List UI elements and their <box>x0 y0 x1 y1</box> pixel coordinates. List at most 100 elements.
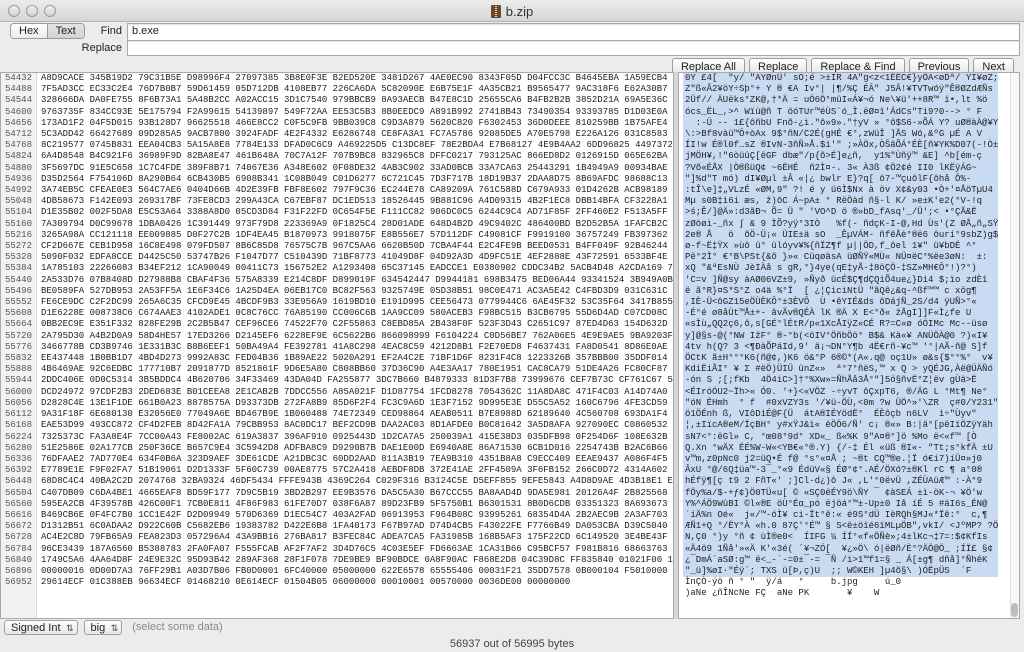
hex-row[interactable]: 1749C5A6 4AA64D8F 24E9E32C 95D93B42 289A… <box>41 555 673 566</box>
find-input[interactable]: b.exe <box>127 23 1020 41</box>
hex-row[interactable]: D35D2564 F754106D 8A290B64 6CB430B5 6908… <box>41 174 673 185</box>
ascii-row[interactable]: ÌnÇÒ-ýö ñ ° " ÿ/á ° b.jpg ú_0 <box>683 577 999 589</box>
ascii-row[interactable]: "óN ÉHmh ° f #0xVZY3s '/¥ü-ÖÙ,<0m ?w ÜÖ^… <box>683 397 999 410</box>
hex-row[interactable]: 3F5697DC 91E5C658 1C7C4FDE 389F8B71 7406… <box>41 163 673 174</box>
ascii-row[interactable]: "]%d"T mó) dI¥Øµl ±Â «|¿ bwlr E}?q[ ô7-™… <box>683 173 999 186</box>
hex-row[interactable]: 8C219577 0745B831 EEA04CB3 5A15A8E8 7784… <box>41 140 673 151</box>
hex-row[interactable]: 2A533D76 07B8408D D27988B8 CBAF4F36 575A… <box>41 275 673 286</box>
ascii-row[interactable]: )aNe ¿ñÎNcNe FÇ aNe PK ¥ W <box>683 588 999 600</box>
ascii-row[interactable]: N,Ç0 °)y °ñ ¢ ùÌ®e0< ÍIFG ¼ ÍÍ°«f«ÖÑè»;4… <box>683 532 999 544</box>
ascii-row[interactable]: ÆÑ1+Q °/ËY°À «h.0 87Ç'°É™ § S<ë±öïé6ïMLµ… <box>683 521 999 533</box>
hex-row[interactable]: 2A795D30 A4B2D0A9 58D4HE57 17ED3266 D214… <box>41 331 673 342</box>
ascii-row[interactable]: 4tv h(Q? 3 <¶ÐàÕPáId,9' ä¡¬DN°Y¶b 4Ë€rñ-… <box>683 341 999 354</box>
vertical-scrollbar[interactable] <box>1010 73 1019 618</box>
hex-row[interactable]: 595EA2CB 4F39578B 426C00F1 7CB0E811 4F86… <box>41 499 673 510</box>
hex-row[interactable]: CF2D667E CEB1D958 16C8E498 079FD507 8B6C… <box>41 241 673 252</box>
ascii-row[interactable]: ÂxU °@/6Q‡üa™-3¯_°«9 ÉdüV«§ ÉØ°¢°.AÉ/ÖXó… <box>683 465 999 477</box>
hex-row[interactable]: D2828C4E 13E1F1DE 661B0A23 8878575A D933… <box>41 398 673 409</box>
ascii-row[interactable]: Z"ß«Â2¥öY÷Sþ°+ Y ® €A Iv°| |¶/%Ç ÉĀ" J5Â… <box>683 84 999 96</box>
hex-row[interactable]: FE6CE9DC C2F2DC99 265A6C35 CFCD9E45 4BCD… <box>41 297 673 308</box>
ascii-row[interactable]: hÉfÿ¶[ç t9 2 FñT«' ;]Cl-d¿)ô J« ,L'°0ëvÜ… <box>683 476 999 488</box>
hex-row[interactable]: 7325373C FA3A8E4F 7CC00A43 FE8002AC 619A… <box>41 432 673 443</box>
hex-row[interactable]: 328666DA DA0FE755 8F6B73A1 5A48B2CC A02A… <box>41 95 673 106</box>
hex-row[interactable]: 4B6469AE 92C6EDBC 177710B7 2091877D 8521… <box>41 364 673 375</box>
ascii-row[interactable]: >ś;Ê/]@Ä»:d3ãÐ¬ Õ= Ü " 'VO^D ö ®»bD_fAsq… <box>683 207 999 219</box>
hex-row[interactable]: C407DB09 C6DA4BE1 4665EAF8 BD59F177 7D9C… <box>41 488 673 499</box>
hex-row[interactable]: 9A31F18F 6E680130 E32056E0 77049A6E BD46… <box>41 409 673 420</box>
ascii-row[interactable]: fÖy%a/$-+ƒ¢}Ö0TÜ«u[ © «SÇ0ëÉY9ö\ÑY ¯ ¢àS… <box>683 487 999 499</box>
ascii-row[interactable]: :tÎ\e]‡„VLzÉ «ØM,9" ?! é y ü6Ì$Nx à öv X… <box>683 185 999 197</box>
ascii-row[interactable]: 2Üf// ÄUëks°ZK@,†*Ä = uÖ6Ö°mûI«Á¥¬ó Ne\¥… <box>683 95 999 107</box>
hex-row[interactable]: DCD24972 97CDF2B3 2DED683E B01CEEA8 2E1C… <box>41 387 673 398</box>
hex-row[interactable]: BE0589FA 527DB953 2A53FF5A 1E6F34C6 1A25… <box>41 286 673 297</box>
hex-row[interactable]: 5C3ADD42 66427689 09D285A5 9ACB7800 3924… <box>41 129 673 140</box>
ascii-row[interactable]: -ón S ;[;fKb 4Ö4iC>]†°%Xw»=ÑhÅå3Å°"]5ö§ñ… <box>683 375 999 387</box>
ascii-row[interactable]: zØòøì-_ñx ∫ & 9 ÌÕ?yÿ°3IÒ %f(- ñdçK-I-@,… <box>683 218 999 230</box>
ascii-row[interactable]: 'C=v ]Ñ@sy àAØ06VZ±9, »Ñyð ûcÉ$Ç¶dÇQiÕ4u… <box>683 274 999 286</box>
hex-row[interactable]: 3265A98A CC121118 EE009885 D0F27C2B 1DF4… <box>41 230 673 241</box>
ascii-row[interactable]: y]@§s-@(°NW IžF° ®-°b(<öIV°ÖñbÖö° B$& Kà… <box>683 330 999 342</box>
hex-row[interactable]: 2DDC406E 0D0C5314 3B5BDDC4 4B620706 34F3… <box>41 375 673 386</box>
ascii-row[interactable]: v™m,z0pNc0 j2=üQ•É f@ °s°«¤Å ; ~®t CQ™®e… <box>683 453 999 466</box>
ascii-row[interactable]: jMÖH¥,!"6òüûÇ[ëGF dbæ"/p{õ>É]e¿ñ, y1%"Ùñ… <box>683 151 999 163</box>
scrollbar-thumb[interactable] <box>1011 603 1018 617</box>
ascii-row[interactable]: ø-f~Ë‡ŸX »ùô û° ûlóyv¥%{ñÏZ¶f µ||ÖD,f_ôe… <box>683 241 999 253</box>
ascii-row[interactable]: «Ä4ö9 1Ñå'»«Ä K'«3é( ´¥¬ZÓ[ ¥¿»Ö\ ó|ëØñ/… <box>683 543 999 555</box>
hex-row[interactable]: 3466778B CD3B9746 1E331B3C B8B6EEF1 50BA… <box>41 342 673 353</box>
hex-row[interactable]: 0BB2EC9E E351F332 828FE29B 2C2B5B47 CEF9… <box>41 319 673 330</box>
endian-select[interactable]: big <box>83 619 123 635</box>
ascii-row[interactable]: ¦,±IïcA®eM/ÏçBH° y#xŸJ&ì« ëÖÖ6/Ñ' c¡ ®«»… <box>683 420 999 432</box>
hex-row[interactable]: E7789E1E F9F02FA7 51B19061 D2D1333F 5F60… <box>41 465 673 476</box>
ascii-row[interactable]: sN7<°:ëGl» C, °œ08°9d° XD«_ ß«%K 9"A¤®°]… <box>683 431 999 443</box>
ascii-row[interactable]: 0Y £4[ "y/ "AYØnÜ' sO;é >±IR 4A"g<z<1ÉÉC… <box>683 73 999 85</box>
ascii-row[interactable]: ÍI!w É®l0f…sZ ®IvN-3ñÑ»Å.$i'" ;»ÀÖx,ÒŠâÕ… <box>683 140 999 152</box>
ascii-row[interactable]: «sÌù„QQ2ç6,ô,s[GÉ°lÉtR/p«1XcÅIÿZ«CÉ R?=C… <box>683 319 999 331</box>
ascii-row[interactable]: \:>Bf8vàü™Ô+òAx 9$°ñN/C2É(gHÉ €°,zWüÎ ]Å… <box>683 129 999 141</box>
hex-row[interactable]: 1A785103 22266083 B34EF212 1CA90049 0041… <box>41 263 673 274</box>
hex-row[interactable]: 00000016 0D00D7A3 76FF29B1 A03D7B06 FB0D… <box>41 566 673 577</box>
hex-row[interactable]: A8D9CACE 345B19D2 79C31B5E D98996F4 2709… <box>41 73 673 84</box>
hex-row[interactable]: 51E2586E 02A177CB 250F36CE B657C9E4 3C59… <box>41 443 673 454</box>
hex-row[interactable]: 68D8C4C4 40BA2C2D 2074768 32BA9324 46DF5… <box>41 476 673 487</box>
ascii-row[interactable]: -É°é ø8åÙt™Å±+- âvÃv®QÉÀ lK ®Ä X E<°ð« ž… <box>683 308 999 320</box>
hex-bytes[interactable]: A8D9CACE 345B19D2 79C31B5E D98996F4 2709… <box>41 73 673 588</box>
hex-row[interactable]: 173AD1F2 04F5D015 93B128D7 96625518 466E… <box>41 118 673 129</box>
hex-row[interactable]: AC4E2C8D 79FB65A9 FEA823D3 057296A4 43A9… <box>41 532 673 543</box>
ascii-row[interactable]: ,IÈ-Ü<ôGZ15eÖÙÈKÔ°±3ÈVÔ Ù •êYIÉ&ds ôDájÑ… <box>683 297 999 309</box>
hex-row[interactable]: 7F5AD3CC EC33C2E4 76D7B0B7 59D61459 05D7… <box>41 84 673 95</box>
ascii-row[interactable]: "_ü]%øI·"Éÿ´; TXS ü[Þ,ç)U ;; W©KEH ]µ4õ§… <box>683 565 999 578</box>
hex-row[interactable]: 7A309794 D0C99678 1DBA0426 1C391449 973F… <box>41 219 673 230</box>
hex-row[interactable]: 76DFAAE2 7AD770E4 634F0B6A 323D9AEF 3DE6… <box>41 454 673 465</box>
ascii-row[interactable]: Q.Xn °wÄX ÉÉ%W-W«<YB€«°®.Y) {/-‡ Él «üß … <box>683 442 999 454</box>
hex-row[interactable]: D1E35B02 002F5DA8 E5C53A64 3388A8D0 05CD… <box>41 207 673 218</box>
hex-row[interactable]: D1312B51 6C0ADAA2 D922C60B C5682EB6 1938… <box>41 521 673 532</box>
hex-row[interactable]: EAE53D99 493CC872 CF4D2FEB 8D42FA1A 79CB… <box>41 420 673 431</box>
ascii-row[interactable]: ë ã°R}¤S*S°Z o4ä %°Ï [ ¿¦ÇicìNtÜ "ãQê¿&q… <box>683 285 999 298</box>
ascii-row[interactable]: Mµ s0B‡ì6i æs, ž)ôC Á~pA± ° RëÖàd ñ§-l K… <box>683 196 999 208</box>
hex-row[interactable]: 6A4D8548 B4C921F6 36989F9D 82BA8E47 461B… <box>41 151 673 162</box>
ascii-row[interactable]: :-Ü -- 1£{ôñbU Fnõ-¿ì."ô»9»."†yV » °ô$S6… <box>683 117 999 130</box>
hex-row[interactable]: 4DB58673 F142E093 269317BF 73FE8CD3 299A… <box>41 196 673 207</box>
ascii-row[interactable]: <ÉIróÓU2~Ïh>« Ó0. '+}<«VÖZ -÷yvT ôÇxpT6,… <box>683 386 999 398</box>
hex-row[interactable]: 5090F032 EDFA8CCE D4425C50 53747B26 F104… <box>41 252 673 263</box>
hex-row[interactable]: 9763735F 834CC93E 5E175794 F2A99615 5413… <box>41 107 673 118</box>
replace-input[interactable] <box>127 40 1020 56</box>
type-select[interactable]: Signed Int <box>4 619 78 635</box>
hex-row[interactable]: B469CB6E 0F4FC7B0 1CC1E42F D2D09949 570D… <box>41 510 673 521</box>
hex-pane[interactable]: 54432 54488 54544 54600 54656 54712 54768 54824… <box>0 72 674 619</box>
ascii-row[interactable]: ócs_ËL_,>^ Wïû@ñ T öóTUr™éÙS¨ó_Ì.ëØ¤ï'Ád… <box>683 106 999 118</box>
ascii-row[interactable]: ¿¯DmÁ´aSØ:g™ ë<_-`-=0±¯-= ¯Ñ /i>1™f1=§ _… <box>683 554 999 566</box>
hex-row[interactable]: 29614ECF 01C388EB 96634ECF 01468210 0E61… <box>41 577 673 588</box>
hex-row[interactable]: 96CE3439 187A6560 B5388783 2FA0FA07 F555… <box>41 544 673 555</box>
ascii-row[interactable]: ´iÄ%n Oé« j«/™-óÌ¥ ci-Ït°ê:« é9S°dÜ IèRQ… <box>683 509 999 522</box>
ascii-pane[interactable]: 0Y £4[ "y/ "AYØnÜ' sO;é >±IR 4A"g<z<1ÉÉC… <box>678 72 1020 619</box>
tab-hex[interactable]: Hex <box>11 24 48 38</box>
ascii-row[interactable]: ÖCtK ã±H°°°K6(ñ@¢,)K6 ö&°P 6®©*(A«.q@ oç… <box>683 353 999 365</box>
ascii-row[interactable]: ö1ÖÉnh ß, VIôDiÉ@F{Ü átA®IÉYödË° ÉÈôçb n… <box>683 409 999 421</box>
ascii-row[interactable]: Y%^ÁÖ9WûBI ©l«®E öÙ°Éα_pó ëjöá°™±-Up±0 I… <box>683 498 999 510</box>
hex-row[interactable]: 3A74EB5C CFEAE0E3 564C7AE6 0404D66B 4D2E… <box>41 185 673 196</box>
ascii-row[interactable]: xQ "&ªEsNÙ JèIÀå s gR,°}4ye(qE‡yÅ-‡8öÇÖ-… <box>683 263 999 275</box>
hex-row[interactable]: EE437448 1B0BB1D7 4BD4D273 9992A83C FED0… <box>41 353 673 364</box>
ascii-text[interactable]: 0Y £4[ "y/ "AYØnÜ' sO;é >±IR 4A"g<z<1ÉÉC… <box>683 73 999 600</box>
hex-row[interactable]: D1E6228E 008738C6 C674AAE3 4102ADE1 0C8C… <box>41 308 673 319</box>
